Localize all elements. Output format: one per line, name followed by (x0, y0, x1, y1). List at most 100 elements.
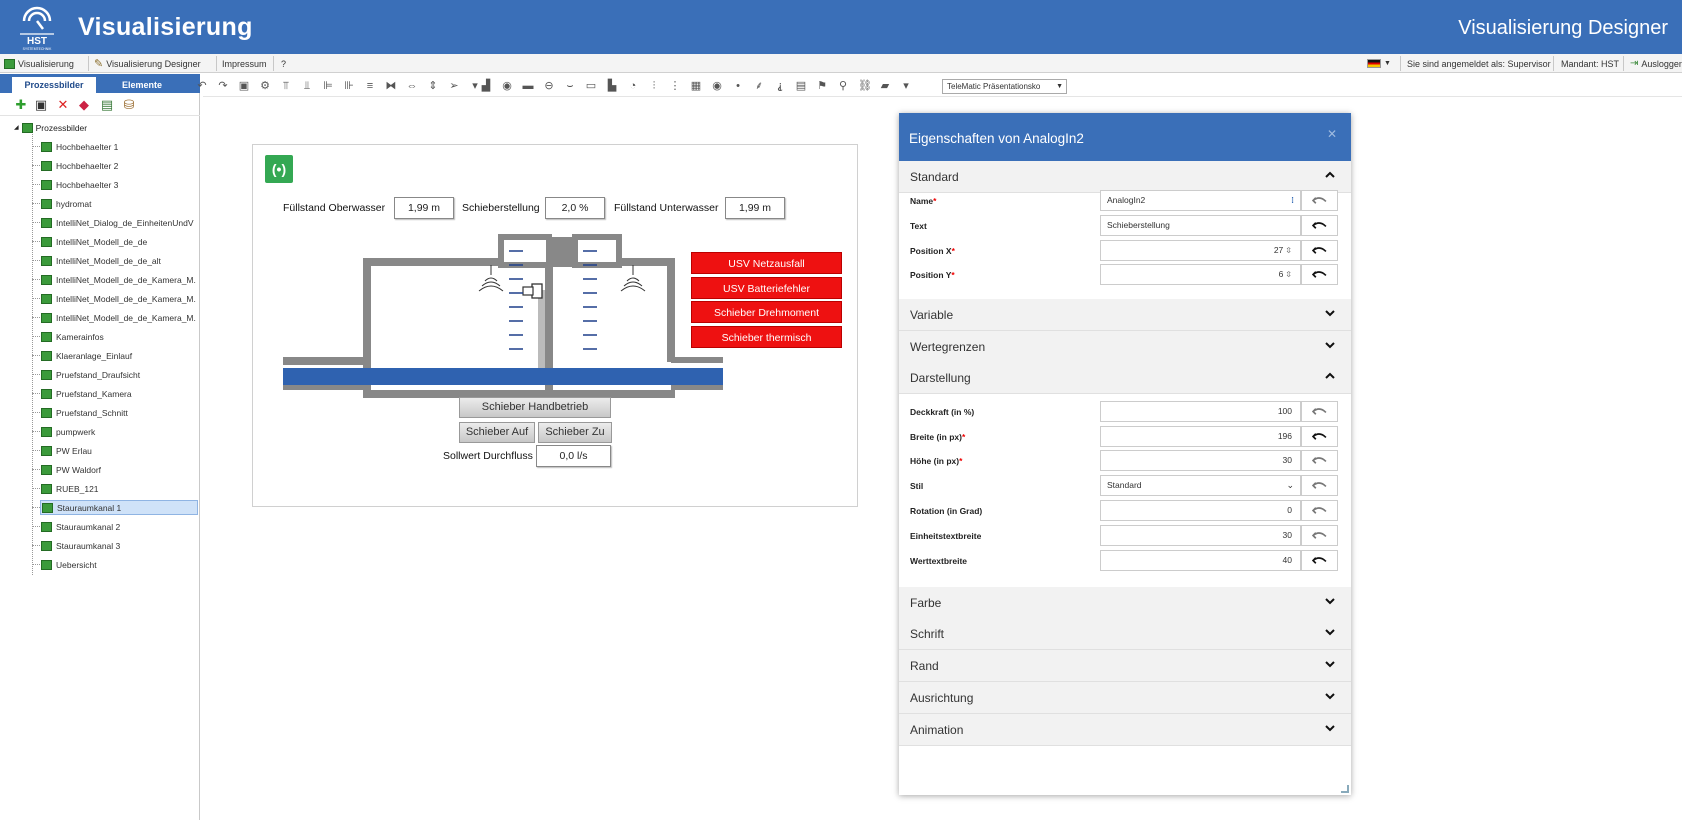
tree-item[interactable]: Kamerainfos (40, 329, 198, 344)
prop-input[interactable]: Schieberstellung (1100, 215, 1301, 236)
chevron-down-icon[interactable] (1323, 689, 1337, 703)
reset-icon[interactable] (1301, 450, 1338, 471)
tree-item[interactable]: IntelliNet_Dialog_de_EinheitenUndV (40, 215, 198, 230)
alarm-indicator[interactable]: USV Netzausfall (691, 252, 842, 274)
save-icon[interactable]: ▣ (34, 98, 48, 112)
undo-icon[interactable]: ↶ (196, 80, 208, 92)
reset-icon[interactable] (1301, 215, 1338, 236)
arrow-icon[interactable]: ➢ (448, 80, 460, 92)
design-canvas[interactable]: (•) Füllstand Oberwasser 1,99 m Schieber… (252, 144, 858, 507)
chevron-down-icon[interactable] (1323, 594, 1337, 608)
prop-input[interactable]: 27 ⇳ (1100, 240, 1301, 261)
spinner-icon[interactable]: ⇳ (1285, 270, 1292, 279)
folder-icon[interactable]: ▰ (879, 80, 891, 92)
trash-icon[interactable]: ⛁ (122, 98, 136, 112)
reset-icon[interactable] (1301, 550, 1338, 571)
dropdown-icon[interactable]: ▾ (900, 80, 912, 92)
chevron-down-icon[interactable] (1323, 625, 1337, 639)
camera-icon[interactable]: ◉ (711, 80, 723, 92)
slider-icon[interactable]: ⋮ (669, 80, 681, 92)
reset-icon[interactable] (1301, 525, 1338, 546)
tree-item[interactable]: Hochbehaelter 3 (40, 177, 198, 192)
section-schrift[interactable]: Schrift (899, 618, 1351, 650)
tree-item[interactable]: Pruefstand_Schnitt (40, 405, 198, 420)
prop-input[interactable]: 6 ⇳ (1100, 264, 1301, 285)
delete-icon[interactable]: ✕ (56, 98, 70, 112)
prop-input[interactable]: 30 (1100, 525, 1301, 546)
close-icon[interactable]: ✕ (1327, 127, 1337, 141)
add-icon[interactable]: ✚ (14, 98, 28, 112)
tree-item[interactable]: Klaeranlage_Einlauf (40, 348, 198, 363)
lamp-icon[interactable]: ◉ (501, 80, 513, 92)
chevron-up-icon[interactable] (1323, 168, 1337, 182)
prop-input[interactable]: 40 (1100, 550, 1301, 571)
align-top-icon[interactable]: ⫪ (280, 80, 292, 92)
monitor-icon[interactable]: ▬ (522, 80, 534, 92)
resize-grip-icon[interactable] (1341, 785, 1349, 793)
reset-icon[interactable] (1301, 401, 1338, 422)
section-darstellung[interactable]: Darstellung (899, 362, 1351, 394)
manual-mode-button[interactable]: Schieber Handbetrieb (459, 397, 611, 418)
paint-icon[interactable]: ◆ (77, 98, 91, 112)
reset-icon[interactable] (1301, 190, 1338, 211)
chevron-down-icon[interactable] (1323, 338, 1337, 352)
signal-icon[interactable]: (•) (265, 155, 293, 183)
distribute-h-icon[interactable]: ⧓ (385, 80, 397, 92)
reset-icon[interactable] (1301, 475, 1338, 496)
prop-input[interactable]: 196 (1100, 426, 1301, 447)
branch-icon[interactable]: ⸙ (753, 80, 765, 92)
section-ausrichtung[interactable]: Ausrichtung (899, 682, 1351, 714)
alarm-indicator[interactable]: USV Batteriefehler (691, 276, 842, 299)
redo-icon[interactable]: ↷ (217, 80, 229, 92)
menu-help[interactable]: ? (281, 56, 286, 71)
save-icon[interactable]: ▣ (238, 80, 250, 92)
gate-open-button[interactable]: Schieber Auf (459, 422, 535, 443)
tree-item[interactable]: Hochbehaelter 2 (40, 158, 198, 173)
image-icon[interactable]: ▤ (795, 80, 807, 92)
fill-lower-value[interactable]: 1,99 m (725, 197, 785, 219)
same-height-icon[interactable]: ⇕ (427, 80, 439, 92)
tree-item[interactable]: RUEB_121 (40, 481, 198, 496)
slider-position-value[interactable]: 2,0 % (545, 197, 605, 219)
tree-root[interactable]: ◢ Prozessbilder (14, 120, 87, 135)
channel-schematic[interactable] (283, 225, 723, 425)
reset-icon[interactable] (1301, 500, 1338, 521)
spinner-icon[interactable]: ⇳ (1285, 246, 1292, 255)
gate-close-button[interactable]: Schieber Zu (538, 422, 612, 443)
tree-item[interactable]: pumpwerk (40, 424, 198, 439)
copy-icon[interactable]: ▤ (100, 98, 114, 112)
tree-item[interactable]: Pruefstand_Draufsicht (40, 367, 198, 382)
tab-prozessbilder[interactable]: Prozessbilder (12, 77, 96, 93)
tree-item[interactable]: IntelliNet_Modell_de_de_Kamera_M. (40, 310, 198, 325)
tree-item[interactable]: Uebersicht (40, 557, 198, 572)
reset-icon[interactable] (1301, 264, 1338, 285)
preset-select[interactable]: TeleMatic Präsentationsko ▼ (942, 79, 1067, 94)
tree-item[interactable]: hydromat (40, 196, 198, 211)
tree-item[interactable]: PW Waldorf (40, 462, 198, 477)
valve-icon[interactable]: ⫶ (648, 80, 660, 92)
align-right-icon[interactable]: ⊪ (343, 80, 355, 92)
tree-item[interactable]: IntelliNet_Modell_de_de_Kamera_M. (40, 272, 198, 287)
section-standard[interactable]: Standard (899, 161, 1351, 193)
align-center-icon[interactable]: ≡ (364, 80, 376, 92)
fill-upper-value[interactable]: 1,99 m (394, 197, 454, 219)
link-icon[interactable]: ⛓ (858, 80, 872, 92)
prop-input[interactable]: 0 (1100, 500, 1301, 521)
section-variable[interactable]: Variable (899, 299, 1351, 331)
align-left-icon[interactable]: ⊫ (322, 80, 334, 92)
section-wertegrenzen[interactable]: Wertegrenzen (899, 331, 1351, 363)
tree-item[interactable]: IntelliNet_Modell_de_de (40, 234, 198, 249)
align-bottom-icon[interactable]: ⫫ (301, 80, 313, 92)
settings-icon[interactable]: ⚙ (259, 80, 271, 92)
prop-input[interactable]: 100 (1100, 401, 1301, 422)
menu-visualisierung[interactable]: Visualisierung (4, 56, 74, 71)
reset-icon[interactable] (1301, 426, 1338, 447)
alarm-indicator[interactable]: Schieber Drehmoment (691, 301, 842, 323)
prop-input[interactable]: 30 (1100, 450, 1301, 471)
dot-icon[interactable]: • (732, 80, 744, 92)
logout-button[interactable]: ⇥ Ausloggen (1630, 56, 1682, 71)
tree-item[interactable]: Hochbehaelter 1 (40, 139, 198, 154)
language-select[interactable]: ▼ (1367, 56, 1391, 71)
tank-icon[interactable]: ▙ (606, 80, 618, 92)
graph-icon[interactable]: ▦ (690, 80, 702, 92)
